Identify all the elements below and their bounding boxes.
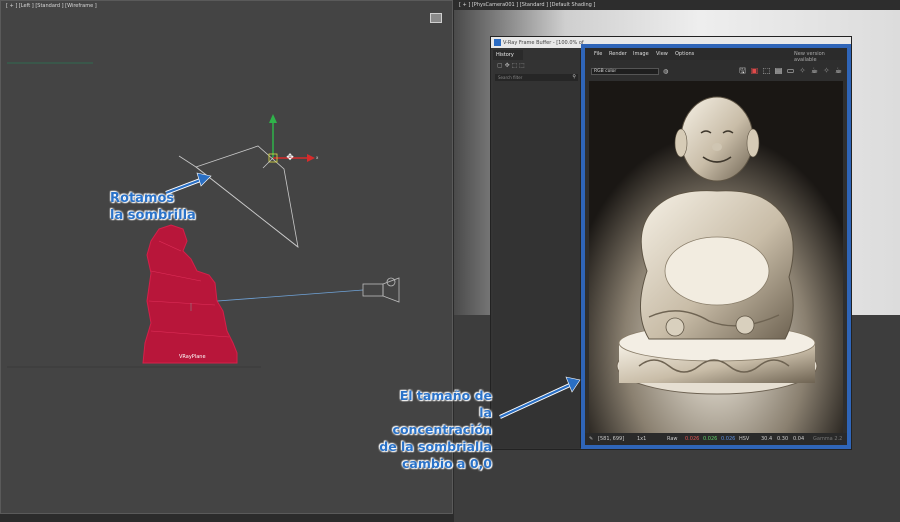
status-bar: ✎ [581, 699] 1x1 Raw 0.026 0.026 0.026 H… <box>585 433 847 445</box>
svg-text:x: x <box>316 155 319 160</box>
callout-size-line2: la concentración <box>392 405 492 437</box>
sample-size[interactable]: 1x1 <box>637 436 646 442</box>
lens-fx-icon[interactable]: ✧ <box>798 66 807 75</box>
clear-image-icon[interactable]: ▣ <box>750 66 759 75</box>
menu-bar: File Render Image View Options New versi… <box>585 48 847 63</box>
render-panel[interactable]: File Render Image View Options New versi… <box>581 44 851 449</box>
right-viewport-label[interactable]: [ + ] [PhysCamera001 ] [Standard ] [Defa… <box>459 2 595 8</box>
menu-render[interactable]: Render <box>609 51 627 57</box>
history-panel[interactable]: History ▢ ✥ ⬚ ⬚ Search filter ⚲ <box>493 50 581 448</box>
svg-text:✥: ✥ <box>286 153 294 163</box>
render-teapot-icon[interactable]: ☕ <box>810 66 819 75</box>
umbrella-light-wireframe[interactable] <box>178 145 299 248</box>
channel-select[interactable]: RGB color <box>591 68 659 75</box>
history-toolbar: ▢ ✥ ⬚ ⬚ <box>493 62 580 74</box>
interactive-render-icon[interactable]: ✧ <box>822 66 831 75</box>
menu-options[interactable]: Options <box>675 51 694 57</box>
callout-size-line4: cambio a 0,0 <box>402 456 492 471</box>
rendered-buddha-image <box>589 81 843 433</box>
callout-size-line3: de la sombrialla <box>379 439 492 454</box>
menu-view[interactable]: View <box>656 51 668 57</box>
vray-logo-icon <box>494 39 501 46</box>
history-save-icon[interactable]: ▢ <box>497 62 503 69</box>
callout-rotate: Rotamos la sombrilla <box>110 190 196 224</box>
channel-select-value: RGB color <box>594 69 617 74</box>
callout-rotate-line2: la sombrilla <box>110 208 196 223</box>
callout-size: El tamaño de la concentración de la somb… <box>376 387 492 472</box>
move-gizmo-icon[interactable]: ✥ x <box>262 114 319 169</box>
history-compare-icon[interactable]: ✥ <box>505 62 510 69</box>
region-render-icon[interactable]: ⬚ <box>762 66 771 75</box>
history-search-input[interactable]: Search filter ⚲ <box>495 74 578 81</box>
search-icon[interactable]: ⚲ <box>572 74 576 80</box>
channel-options-icon[interactable]: ◍ <box>663 68 668 75</box>
blue-value: 0.026 <box>721 436 736 442</box>
statue-label: VRayPlane <box>179 354 206 360</box>
callout-size-line1: El tamaño de <box>399 388 492 403</box>
render-toolbar: RGB color ◍ 🖫 ▣ ⬚ ▤ ▭ ✧ ☕ ✧ ☕ <box>585 62 847 75</box>
frame-buffer-title: V-Ray Frame Buffer - [100.0% of <box>503 40 584 46</box>
track-mouse-icon[interactable]: ▭ <box>786 66 795 75</box>
pixel-coordinates: [581, 699] <box>598 436 625 442</box>
raw-label[interactable]: Raw <box>667 436 678 442</box>
history-search-placeholder: Search filter <box>498 75 523 80</box>
value-value: 0.04 <box>793 436 805 442</box>
save-image-icon[interactable]: 🖫 <box>738 66 747 75</box>
red-value: 0.026 <box>685 436 700 442</box>
screen: [ + ] [Left ] [Standard ] [Wireframe ] ✥ <box>0 0 900 522</box>
green-value: 0.026 <box>703 436 718 442</box>
color-mode[interactable]: HSV <box>739 436 749 442</box>
history-load-icon[interactable]: ⬚ <box>519 62 525 69</box>
tab-history[interactable]: History <box>493 50 523 60</box>
menu-image[interactable]: Image <box>633 51 649 57</box>
callout-rotate-line1: Rotamos <box>110 191 175 206</box>
render-last-icon[interactable]: ☕ <box>834 66 843 75</box>
render-tool-icons: 🖫 ▣ ⬚ ▤ ▭ ✧ ☕ ✧ ☕ <box>738 65 843 75</box>
pin-icon[interactable]: ✎ <box>589 436 593 442</box>
saturation-value: 0.30 <box>777 436 789 442</box>
hue-value: 30.4 <box>761 436 773 442</box>
camera-icon[interactable] <box>190 277 400 304</box>
gamma-label: Gamma 2.2 <box>813 436 843 442</box>
statue-wireframe[interactable] <box>142 224 238 364</box>
history-ab-icon[interactable]: ⬚ <box>512 62 518 69</box>
zoom-icon[interactable]: ▤ <box>774 66 783 75</box>
rendered-image[interactable] <box>589 81 843 433</box>
menu-file[interactable]: File <box>594 51 602 57</box>
